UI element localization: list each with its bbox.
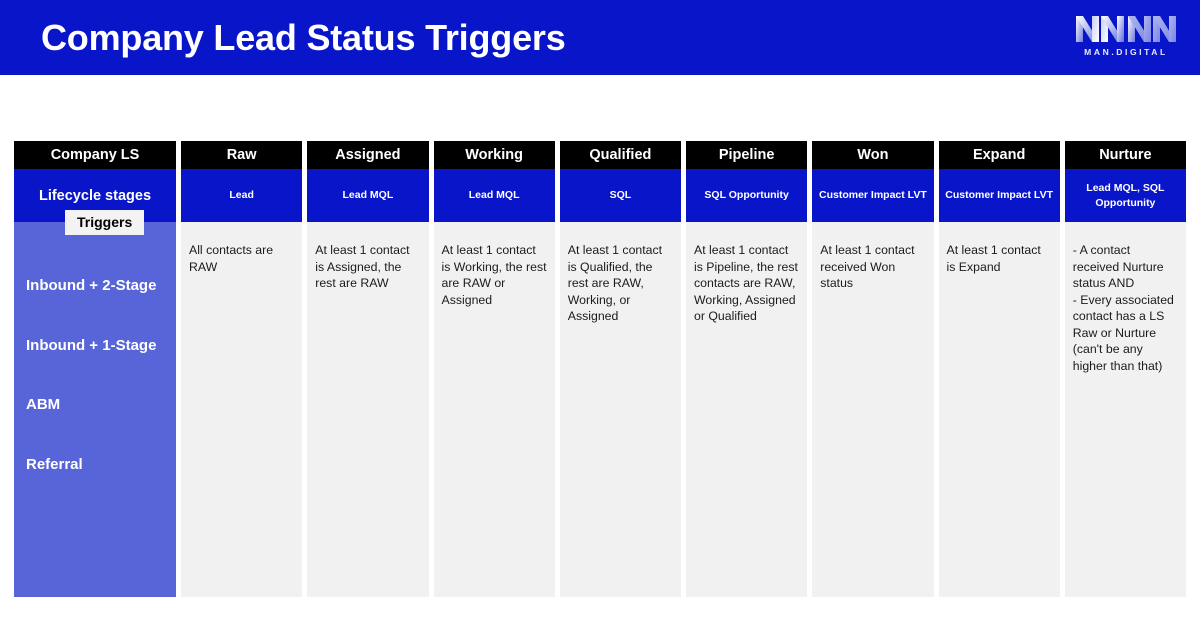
column-stages-qualified: SQL <box>559 169 681 222</box>
table-column-raw: Raw Lead All contacts are RAW <box>181 141 303 597</box>
brand-logo: MAN.DIGITAL <box>1070 14 1182 62</box>
slide-root: Company Lead Status Triggers MAN.DIGITAL… <box>0 0 1200 627</box>
lead-status-table: Company LS Lifecycle stages Triggers Inb… <box>14 141 1186 597</box>
column-header-assigned: Assigned <box>307 141 429 169</box>
table-column-qualified: Qualified SQL At least 1 contact is Qual… <box>559 141 681 597</box>
column-trigger-won: At least 1 contact received Won status <box>812 222 934 597</box>
column-trigger-nurture: - A contact received Nurture status AND … <box>1064 222 1186 597</box>
column-header-expand: Expand <box>938 141 1060 169</box>
trigger-row-labels: Inbound + 2-Stage Inbound + 1-Stage ABM … <box>14 222 176 515</box>
table-column-expand: Expand Customer Impact LVT At least 1 co… <box>938 141 1060 597</box>
column-header-won: Won <box>812 141 934 169</box>
column-stages-nurture: Lead MQL, SQL Opportunity <box>1064 169 1186 222</box>
row-label-inbound-2-stage: Inbound + 2-Stage <box>26 277 157 294</box>
column-trigger-pipeline: At least 1 contact is Pipeline, the rest… <box>686 222 808 597</box>
column-stages-expand: Customer Impact LVT <box>938 169 1060 222</box>
table-column-company-ls: Company LS Lifecycle stages Triggers Inb… <box>14 141 176 597</box>
triggers-sidebar-body: Triggers Inbound + 2-Stage Inbound + 1-S… <box>14 210 176 597</box>
man-digital-zigzag-mark <box>1076 16 1176 42</box>
top-banner: Company Lead Status Triggers MAN.DIGITAL <box>0 0 1200 75</box>
column-stages-assigned: Lead MQL <box>307 169 429 222</box>
column-trigger-expand: At least 1 contact is Expand <box>938 222 1060 597</box>
page-title: Company Lead Status Triggers <box>41 16 566 58</box>
column-trigger-qualified: At least 1 contact is Qualified, the res… <box>559 222 681 597</box>
row-label-inbound-1-stage: Inbound + 1-Stage <box>26 336 157 354</box>
column-stages-won: Customer Impact LVT <box>812 169 934 222</box>
column-stages-raw: Lead <box>181 169 303 222</box>
column-header-pipeline: Pipeline <box>686 141 808 169</box>
logo-wordmark: MAN.DIGITAL <box>1084 47 1168 57</box>
column-header-raw: Raw <box>181 141 303 169</box>
row-label-referral: Referral <box>26 455 83 473</box>
column-stages-working: Lead MQL <box>433 169 555 222</box>
column-header-qualified: Qualified <box>559 141 681 169</box>
table-column-pipeline: Pipeline SQL Opportunity At least 1 cont… <box>686 141 808 597</box>
column-header-company-ls: Company LS <box>14 141 176 169</box>
column-trigger-raw: All contacts are RAW <box>181 222 303 597</box>
column-header-working: Working <box>433 141 555 169</box>
column-trigger-assigned: At least 1 contact is Assigned, the rest… <box>307 222 429 597</box>
row-label-abm: ABM <box>26 396 61 413</box>
table-column-working: Working Lead MQL At least 1 contact is W… <box>433 141 555 597</box>
column-trigger-working: At least 1 contact is Working, the rest … <box>433 222 555 597</box>
table-column-assigned: Assigned Lead MQL At least 1 contact is … <box>307 141 429 597</box>
table-column-won: Won Customer Impact LVT At least 1 conta… <box>812 141 934 597</box>
column-stages-pipeline: SQL Opportunity <box>686 169 808 222</box>
table-column-nurture: Nurture Lead MQL, SQL Opportunity - A co… <box>1064 141 1186 597</box>
column-header-nurture: Nurture <box>1064 141 1186 169</box>
